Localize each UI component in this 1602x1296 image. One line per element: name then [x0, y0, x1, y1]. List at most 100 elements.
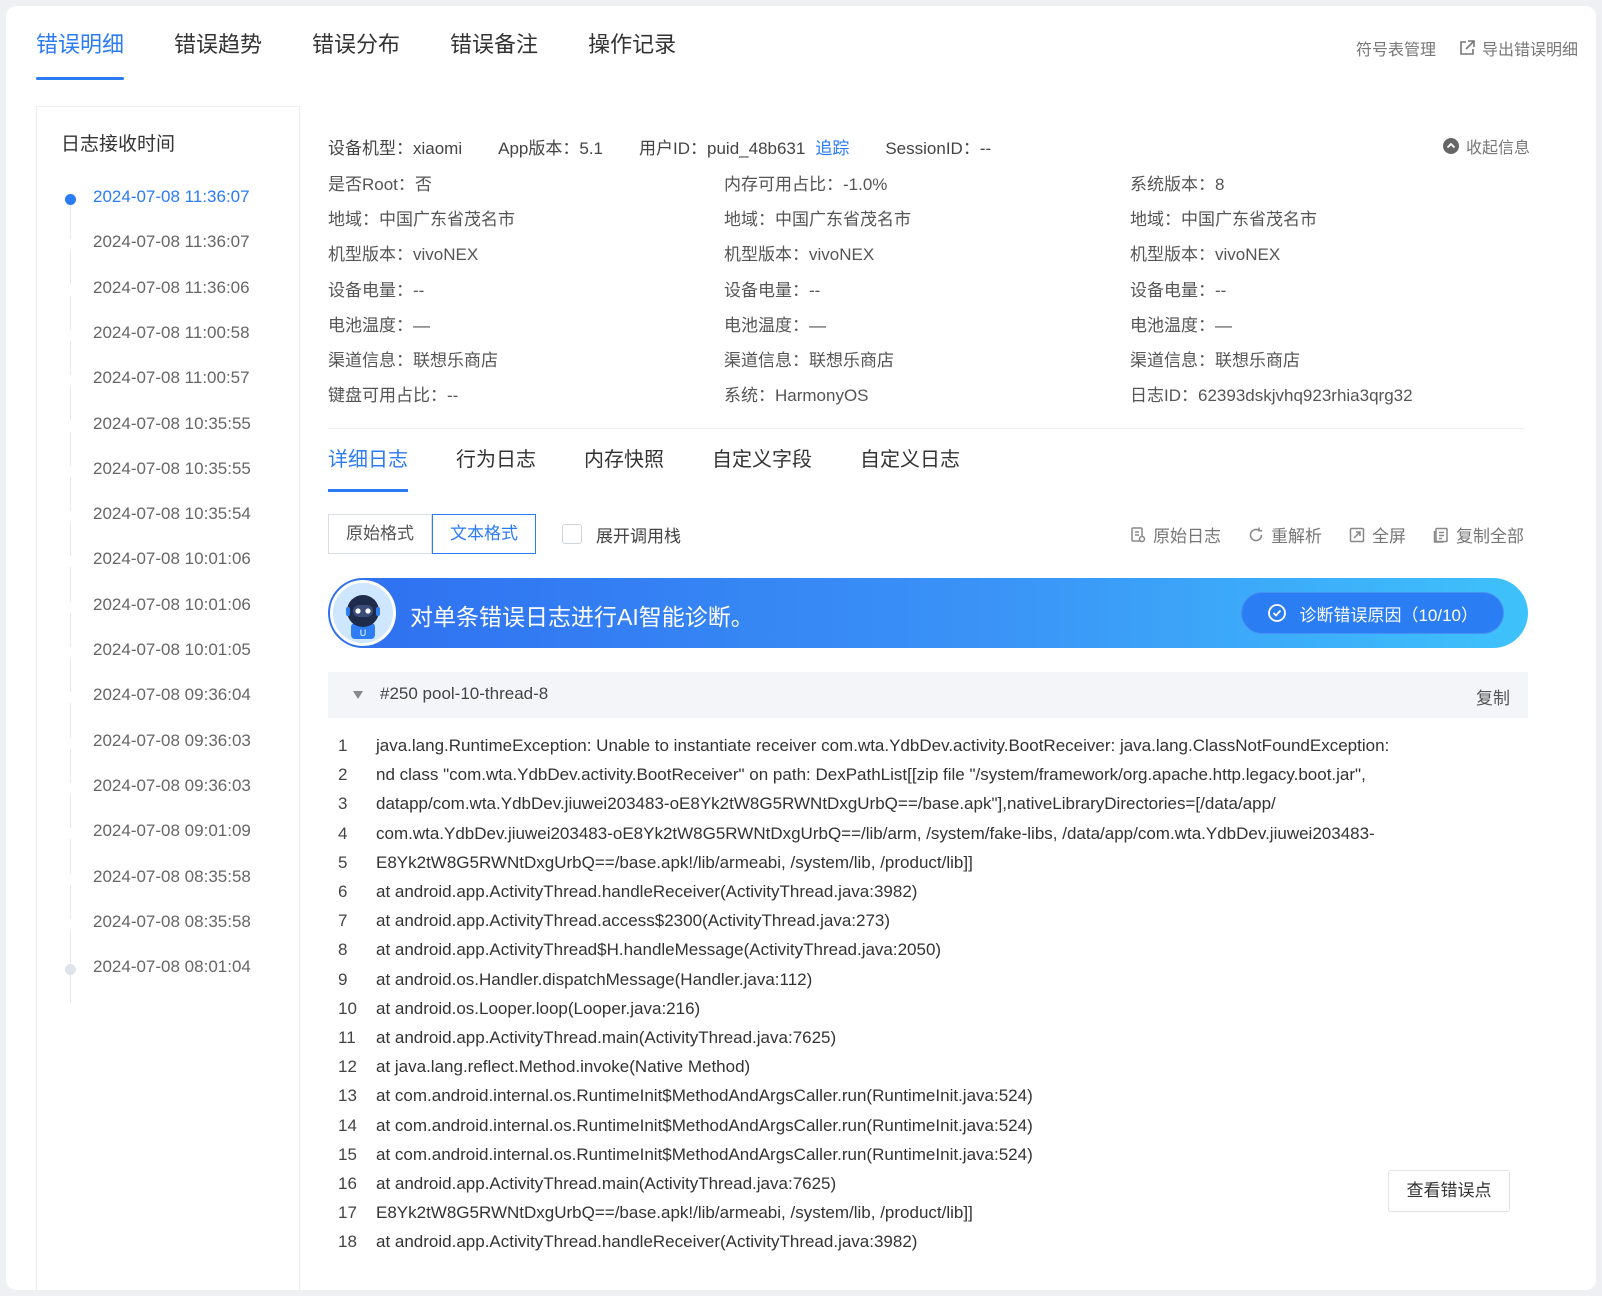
copy-all-label: 复制全部 — [1456, 527, 1524, 546]
line-text: com.wta.YdbDev.jiuwei203483-oE8Yk2tW8G5R… — [376, 823, 1375, 843]
timeline-dot — [65, 329, 76, 341]
timeline-item[interactable]: 2024-07-08 08:35:58 — [37, 863, 299, 893]
timeline-item[interactable]: 2024-07-08 09:36:03 — [37, 772, 299, 802]
copy-all-button[interactable]: 复制全部 — [1432, 522, 1524, 547]
line-number: 17 — [338, 1203, 357, 1223]
diagnose-error-button[interactable]: 诊断错误原因（10/10） — [1241, 592, 1504, 634]
timeline-dot — [65, 194, 76, 205]
timeline-time: 2024-07-08 10:35:55 — [93, 458, 251, 478]
timeline-item[interactable]: 2024-07-08 10:35:55 — [37, 455, 299, 485]
timeline-dot — [65, 873, 76, 885]
device-info-field: 设备电量：-- — [1130, 280, 1227, 300]
line-text: at android.os.Looper.loop(Looper.java:21… — [376, 998, 701, 1018]
timeline-time: 2024-07-08 08:35:58 — [93, 866, 251, 886]
timeline-item[interactable]: 2024-07-08 10:01:06 — [37, 591, 299, 621]
check-circle-icon — [1268, 604, 1287, 622]
tab-detail-log[interactable]: 详细日志 — [328, 442, 408, 492]
timeline-item[interactable]: 2024-07-08 09:01:09 — [37, 817, 299, 847]
timeline-time: 2024-07-08 09:36:03 — [93, 730, 251, 750]
line-text: at android.app.ActivityThread.handleRece… — [376, 882, 918, 901]
timeline-time: 2024-07-08 11:00:58 — [93, 322, 250, 342]
device-summary: 设备机型：xiaomi App版本：5.1 用户ID：puid_48b631 追踪… — [328, 134, 1027, 159]
fullscreen-button[interactable]: 全屏 — [1348, 522, 1406, 547]
line-number: 3 — [338, 794, 348, 814]
line-text: E8Yk2tW8G5RWNtDxgUrbQ==/base.apk!/lib/ar… — [376, 852, 973, 872]
device-info-field: 系统版本：8 — [1130, 175, 1225, 194]
device-info-field: 渠道信息：联想乐商店 — [724, 351, 894, 370]
reparse-button[interactable]: 重解析 — [1247, 522, 1322, 547]
timeline-dot — [65, 284, 76, 296]
timeline-item[interactable]: 2024-07-08 09:36:03 — [37, 727, 299, 757]
timeline-item[interactable]: 2024-07-08 11:36:06 — [37, 274, 299, 304]
track-link[interactable]: 追踪 — [815, 139, 849, 158]
timeline-item[interactable]: 2024-07-08 10:01:05 — [37, 636, 299, 666]
error-detail-page: 错误明细 错误趋势 错误分布 错误备注 操作记录 符号表管理 导出错误明细 日志… — [6, 6, 1596, 1290]
raw-format-button[interactable]: 原始格式 — [328, 514, 432, 554]
tab-custom-log[interactable]: 自定义日志 — [860, 442, 960, 492]
line-text: at com.android.internal.os.RuntimeInit$M… — [376, 1115, 1033, 1135]
symbol-table-button[interactable]: 符号表管理 — [1356, 36, 1436, 60]
device-info-field: 机型版本：vivoNEX — [724, 245, 875, 265]
timeline-item[interactable]: 2024-07-08 10:35:55 — [37, 410, 299, 440]
timeline-time: 2024-07-08 11:36:06 — [93, 277, 250, 297]
ai-diagnosis-banner: U 对单条错误日志进行AI智能诊断。 诊断错误原因（10/10） — [328, 578, 1528, 648]
timeline-dot — [65, 692, 76, 704]
log-sub-tabs: 详细日志 行为日志 内存快照 自定义字段 自定义日志 — [328, 442, 1008, 492]
line-text: at android.app.ActivityThread.access$230… — [376, 911, 891, 931]
timeline-item[interactable]: 2024-07-08 09:36:04 — [37, 681, 299, 711]
tab-operation-log[interactable]: 操作记录 — [588, 28, 676, 80]
export-error-detail-button[interactable]: 导出错误明细 — [1458, 36, 1578, 60]
expand-stack-checkbox[interactable] — [562, 524, 582, 544]
fullscreen-label: 全屏 — [1372, 527, 1406, 546]
line-number: 11 — [338, 1028, 356, 1047]
copy-thread-button[interactable]: 复制 — [1476, 684, 1510, 709]
tab-error-distribution[interactable]: 错误分布 — [312, 28, 400, 80]
line-text: at android.app.ActivityThread.main(Activ… — [376, 1174, 837, 1193]
timeline-time: 2024-07-08 10:01:05 — [93, 640, 251, 659]
text-format-button[interactable]: 文本格式 — [432, 514, 536, 554]
caret-down-icon[interactable] — [352, 690, 364, 700]
line-number: 4 — [338, 823, 348, 843]
thread-header[interactable]: #250 pool-10-thread-8 复制 — [328, 672, 1528, 718]
line-number: 1 — [338, 736, 348, 755]
tab-error-trend[interactable]: 错误趋势 — [174, 28, 262, 80]
tab-error-notes[interactable]: 错误备注 — [450, 28, 538, 80]
device-info-field: 日志ID：62393dskjvhq923rhia3qrg32 — [1130, 386, 1413, 406]
top-actions: 符号表管理 导出错误明细 — [1334, 36, 1578, 60]
timeline-item[interactable]: 2024-07-08 10:01:06 — [37, 545, 299, 575]
timeline-dot — [65, 737, 76, 749]
line-text: at com.android.internal.os.RuntimeInit$M… — [376, 1086, 1033, 1106]
timeline-item[interactable]: 2024-07-08 08:01:04 — [37, 953, 299, 983]
tab-behavior-log[interactable]: 行为日志 — [456, 442, 536, 492]
timeline-item[interactable]: 2024-07-08 11:36:07 — [37, 228, 299, 258]
timeline-time: 2024-07-08 10:01:06 — [93, 594, 251, 614]
log-time-title: 日志接收时间 — [61, 134, 176, 155]
user-id: 用户ID：puid_48b631 — [639, 139, 806, 158]
expand-stack-label: 展开调用栈 — [596, 527, 681, 546]
format-switch: 原始格式 文本格式 — [328, 514, 536, 554]
device-info-field: 电池温度：— — [328, 315, 430, 335]
line-number: 12 — [338, 1057, 357, 1077]
timeline-item[interactable]: 2024-07-08 11:00:58 — [37, 319, 299, 349]
timeline-item[interactable]: 2024-07-08 10:35:54 — [37, 500, 299, 530]
line-text: at java.lang.reflect.Method.invoke(Nativ… — [376, 1057, 751, 1077]
device-info-field: 机型版本：vivoNEX — [1130, 245, 1281, 265]
timeline-item[interactable]: 2024-07-08 11:36:07 — [37, 183, 299, 213]
device-info-field: 地域：中国广东省茂名市 — [1130, 210, 1317, 230]
timeline-time: 2024-07-08 08:35:58 — [93, 911, 251, 931]
timeline-dot — [65, 556, 76, 568]
view-error-point-button[interactable]: 查看错误点 — [1388, 1170, 1510, 1212]
tab-error-detail[interactable]: 错误明细 — [36, 28, 125, 80]
tab-custom-fields[interactable]: 自定义字段 — [712, 442, 812, 492]
log-tools: 原始日志 重解析 全屏 复制全部 — [1103, 522, 1524, 547]
raw-log-button[interactable]: 原始日志 — [1129, 522, 1221, 547]
device-model: 设备机型：xiaomi — [328, 139, 463, 158]
device-info-field: 键盘可用占比：-- — [328, 386, 459, 406]
timeline-dot — [65, 420, 76, 432]
timeline-item[interactable]: 2024-07-08 08:35:58 — [37, 908, 299, 938]
collapse-info-button[interactable]: 收起信息 — [1442, 134, 1530, 158]
tab-memory-snapshot[interactable]: 内存快照 — [584, 442, 664, 492]
timeline-time: 2024-07-08 11:36:07 — [93, 232, 250, 252]
timeline-item[interactable]: 2024-07-08 11:00:57 — [37, 364, 299, 394]
line-number: 8 — [338, 940, 348, 960]
